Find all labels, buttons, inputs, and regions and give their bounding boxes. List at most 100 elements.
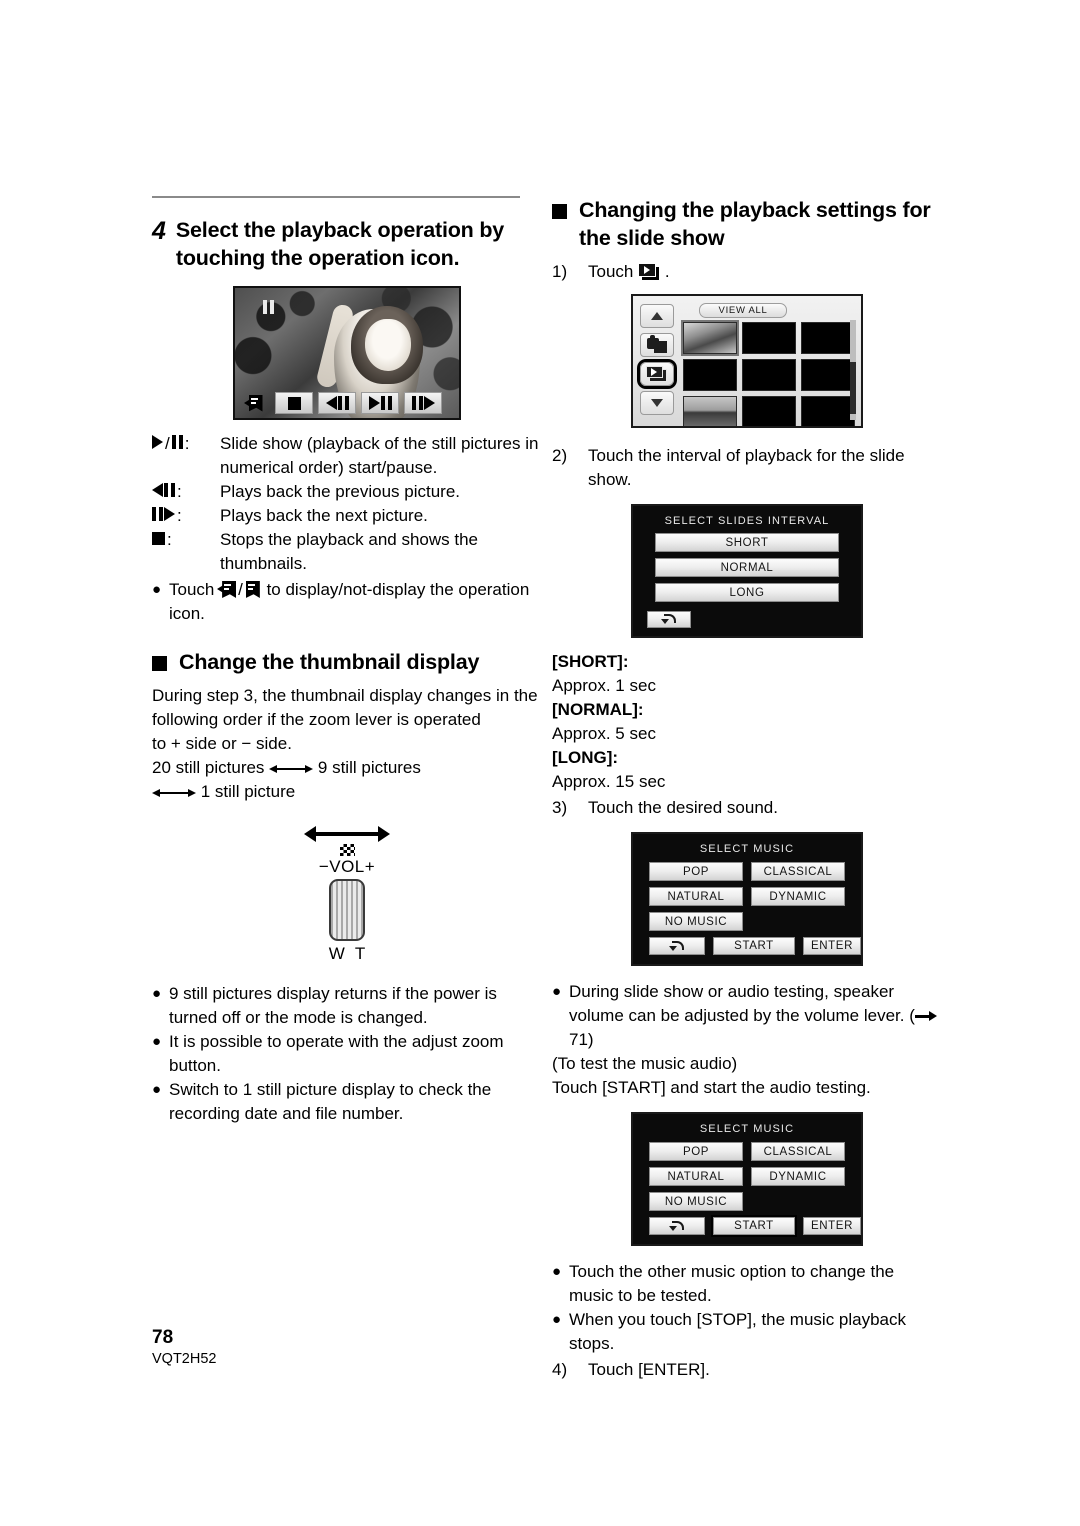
volume-note: ● During slide show or audio testing, sp… xyxy=(552,980,942,1052)
order-9: 9 still pictures xyxy=(317,758,421,777)
thumbnail-order-line-2: 1 still picture xyxy=(152,780,542,804)
thumbnail-scrollbar[interactable] xyxy=(850,320,856,420)
step-1-number: 1) xyxy=(552,262,568,281)
scroll-down-button[interactable] xyxy=(640,391,674,415)
bullet-dot: ● xyxy=(152,1081,162,1098)
chevron-up-icon xyxy=(651,312,663,320)
music-option-classical[interactable]: CLASSICAL xyxy=(751,1142,845,1161)
note-text: Touch the other music option to change t… xyxy=(569,1262,895,1305)
page-ref-number: 71 xyxy=(569,1030,588,1049)
zoom-lever-illustration: −VOL+ WT xyxy=(272,826,422,964)
interval-back-button[interactable] xyxy=(647,611,691,628)
display-icon xyxy=(217,580,238,599)
definition-previous: : Plays back the previous picture. xyxy=(152,480,542,504)
next-icon xyxy=(152,507,175,521)
right-heading-text: Changing the playback settings for the s… xyxy=(579,198,931,250)
thumbnail-cell[interactable] xyxy=(742,359,796,391)
step-title: Select the playback operation by touchin… xyxy=(175,218,505,270)
thumbnail-paragraph-1: During step 3, the thumbnail display cha… xyxy=(152,686,538,729)
playback-screen-illustration xyxy=(233,286,461,420)
lever-wt-labels: WT xyxy=(272,944,422,964)
next-button[interactable] xyxy=(404,392,442,414)
thumbnail-side-buttons xyxy=(640,304,674,415)
para2-mid: side or xyxy=(185,734,237,753)
photo-mode-button[interactable] xyxy=(640,333,674,357)
double-arrow-icon xyxy=(269,763,314,775)
select-music-screen-start-selected: SELECT MUSIC POP CLASSICAL NATURAL DYNAM… xyxy=(631,1112,863,1246)
stop-button[interactable] xyxy=(275,392,313,414)
interval-label-long: [LONG]: xyxy=(552,748,619,767)
thumbnail-cell[interactable] xyxy=(801,359,855,391)
music-option-no-music[interactable]: NO MUSIC xyxy=(649,1192,743,1211)
interval-value-long: Approx. 15 sec xyxy=(552,772,666,791)
interval-label-normal: [NORMAL]: xyxy=(552,700,644,719)
icon-definition-list: /: Slide show (playback of the still pic… xyxy=(152,432,542,576)
not-display-icon xyxy=(243,580,262,599)
music-option-natural[interactable]: NATURAL xyxy=(649,1167,743,1186)
music-option-natural[interactable]: NATURAL xyxy=(649,887,743,906)
slideshow-icon xyxy=(638,263,661,281)
music-enter-button[interactable]: ENTER xyxy=(803,937,861,955)
note-text: When you touch [STOP], the music playbac… xyxy=(569,1310,907,1353)
double-arrow-icon xyxy=(152,787,196,799)
music-start-button[interactable]: START xyxy=(713,937,795,955)
lever-body[interactable] xyxy=(329,879,365,941)
music-action-buttons: START ENTER xyxy=(649,937,861,955)
music-screen-title: SELECT MUSIC xyxy=(699,1123,795,1135)
order-1: 1 still picture xyxy=(200,782,296,801)
square-bullet-icon xyxy=(152,656,167,671)
step-1-period: . xyxy=(664,262,670,281)
photo-icon xyxy=(647,334,667,353)
next-key: : xyxy=(152,504,220,528)
touch-display-note: ● Touch / to display/not-display the ope… xyxy=(152,578,542,626)
definition-text: Plays back the previous picture. xyxy=(220,482,461,501)
volume-note-body: During slide show or audio testing, spea… xyxy=(569,982,905,1025)
operation-icon-bar xyxy=(235,391,459,415)
thumbnail-cell[interactable] xyxy=(683,359,737,391)
volume-note-text: During slide show or audio testing, spea… xyxy=(569,980,942,1052)
t-label: T xyxy=(354,944,376,963)
music-option-no-music[interactable]: NO MUSIC xyxy=(649,912,743,931)
music-enter-button[interactable]: ENTER xyxy=(803,1217,861,1235)
interval-definitions: [SHORT]: Approx. 1 sec [NORMAL]: Approx.… xyxy=(552,650,942,794)
previous-icon xyxy=(325,396,349,410)
thumbnail-cell[interactable] xyxy=(683,396,737,426)
interval-option-long[interactable]: LONG xyxy=(655,583,839,602)
step-4-right: 4) Touch [ENTER]. xyxy=(552,1358,942,1382)
interval-option-normal[interactable]: NORMAL xyxy=(655,558,839,577)
music-option-pop[interactable]: POP xyxy=(649,862,743,881)
photo-face xyxy=(364,319,411,372)
scroll-up-button[interactable] xyxy=(640,304,674,328)
definition-text: Stops the playback and shows the thumbna… xyxy=(220,530,478,573)
note-item: ● Switch to 1 still picture display to c… xyxy=(152,1078,542,1126)
music-back-button[interactable] xyxy=(649,1217,705,1235)
right-heading: Changing the playback settings for the s… xyxy=(552,196,942,252)
hide-operation-icon[interactable] xyxy=(240,391,270,415)
music-back-button[interactable] xyxy=(649,937,705,955)
music-option-pop[interactable]: POP xyxy=(649,1142,743,1161)
music-option-dynamic[interactable]: DYNAMIC xyxy=(751,1167,845,1186)
plus-sign: + xyxy=(170,734,181,753)
back-arrow-icon xyxy=(669,940,685,953)
view-all-button[interactable]: VIEW ALL xyxy=(699,303,787,318)
minus-sign: − xyxy=(241,734,252,753)
left-column: 4 Select the playback operation by touch… xyxy=(152,196,542,1126)
music-option-classical[interactable]: CLASSICAL xyxy=(751,862,845,881)
thumbnail-cell[interactable] xyxy=(742,322,796,354)
thumbnail-cell[interactable] xyxy=(801,396,855,426)
thumbnail-cell[interactable] xyxy=(801,322,855,354)
thumbnail-paragraph-2: to + side or − side. xyxy=(152,732,542,756)
previous-button[interactable] xyxy=(318,392,356,414)
interval-value-normal: Approx. 5 sec xyxy=(552,724,656,743)
thumbnail-cell[interactable] xyxy=(742,396,796,426)
scrollbar-thumb[interactable] xyxy=(850,362,856,414)
music-start-button[interactable]: START xyxy=(713,1217,795,1235)
manual-page: 4 Select the playback operation by touch… xyxy=(0,0,1080,1526)
thumbnail-grid-icon xyxy=(339,844,355,856)
interval-option-short[interactable]: SHORT xyxy=(655,533,839,552)
music-option-dynamic[interactable]: DYNAMIC xyxy=(751,887,845,906)
play-pause-button[interactable] xyxy=(361,392,399,414)
thumbnail-cell[interactable] xyxy=(681,320,739,356)
slideshow-mode-button[interactable] xyxy=(640,362,674,386)
thumbnail-heading-text: Change the thumbnail display xyxy=(179,650,480,674)
